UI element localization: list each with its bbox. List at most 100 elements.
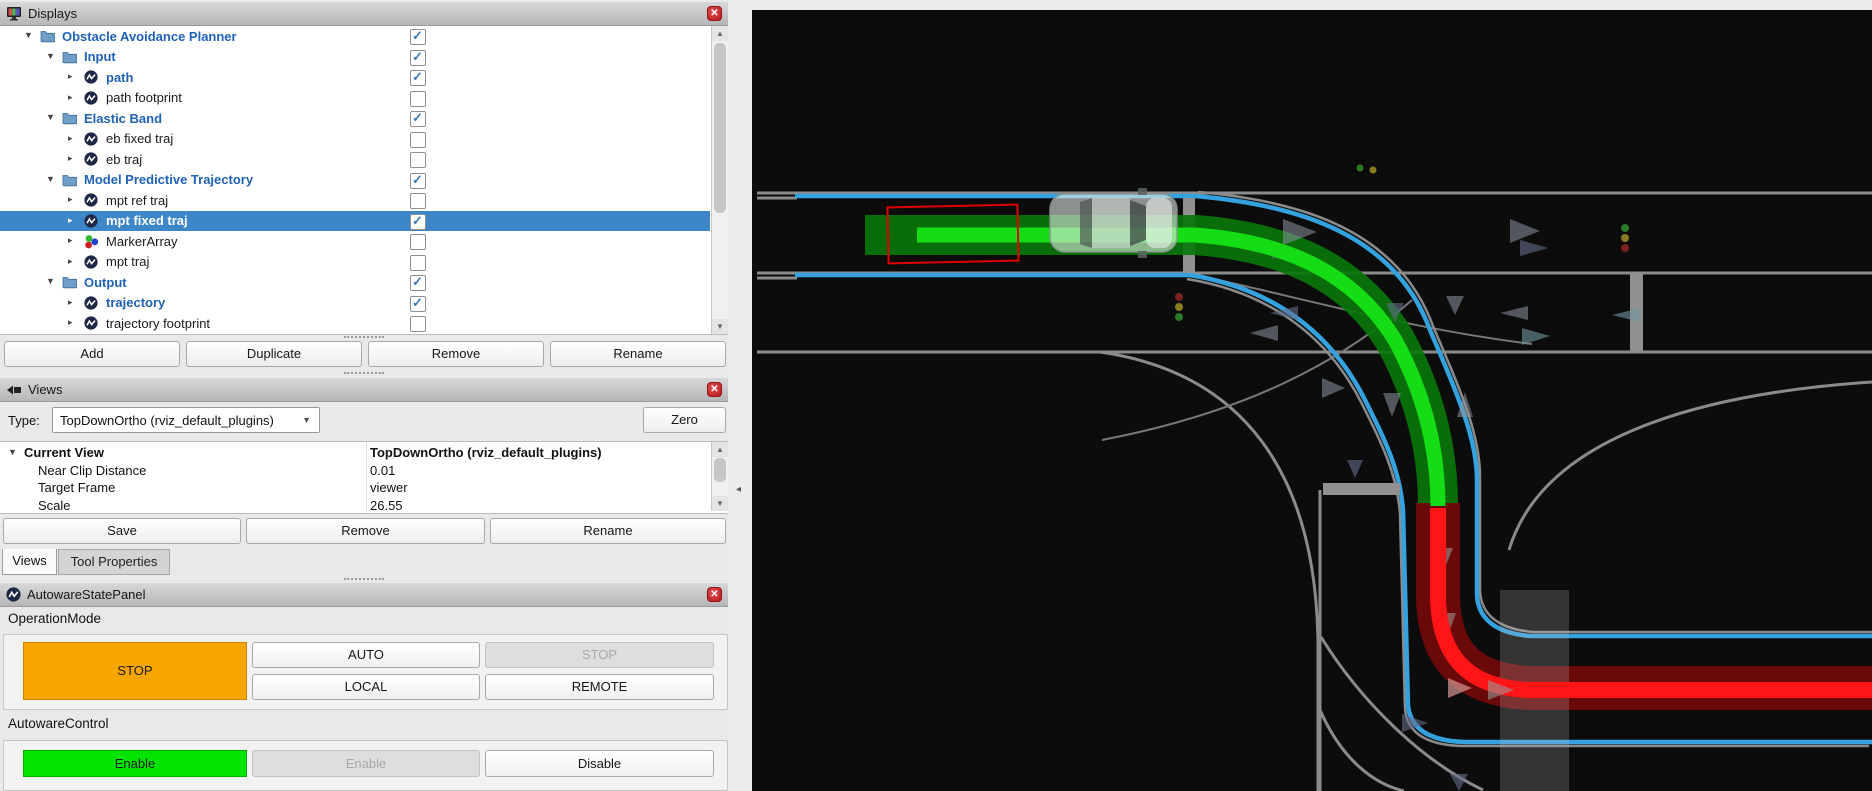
save-button[interactable]: Save xyxy=(3,518,241,544)
collapse-arrow-icon[interactable]: ◂ xyxy=(736,484,741,495)
tab-tool-properties[interactable]: Tool Properties xyxy=(58,549,170,575)
expand-arrow-icon[interactable]: ▸ xyxy=(68,153,73,164)
scroll-down-icon[interactable]: ▼ xyxy=(712,496,728,511)
dock-splitter[interactable]: ◂ xyxy=(728,0,752,791)
zero-button[interactable]: Zero xyxy=(643,407,726,433)
chevron-down-icon: ▼ xyxy=(302,408,311,433)
property-value[interactable]: viewer xyxy=(370,480,408,495)
tree-row-output[interactable]: ▼Output xyxy=(0,272,710,293)
expand-arrow-icon[interactable]: ▼ xyxy=(8,447,17,457)
tree-row-trajectory-footprint[interactable]: ▸trajectory footprint xyxy=(0,313,710,334)
display-enabled-checkbox[interactable] xyxy=(410,255,426,271)
views-close-icon[interactable]: ✕ xyxy=(707,382,722,397)
display-enabled-checkbox[interactable] xyxy=(410,296,426,312)
tree-row-label: mpt fixed traj xyxy=(106,213,188,228)
expand-arrow-icon[interactable]: ▸ xyxy=(68,215,73,226)
tree-row-trajectory[interactable]: ▸trajectory xyxy=(0,293,710,314)
expand-arrow-icon[interactable]: ▸ xyxy=(68,71,73,82)
rename-button[interactable]: Rename xyxy=(550,341,726,367)
autoware-state-panel-header[interactable]: AutowareStatePanel ✕ xyxy=(0,583,728,607)
display-enabled-checkbox[interactable] xyxy=(410,111,426,127)
property-name: Current View xyxy=(24,445,104,460)
tree-row-mpt-fixed-traj-selected[interactable]: ▸ mpt fixed traj xyxy=(0,211,710,232)
views-panel-header[interactable]: Views ✕ xyxy=(0,378,728,402)
tree-row-mpt-ref-traj[interactable]: ▸mpt ref traj xyxy=(0,190,710,211)
property-value[interactable]: 26.55 xyxy=(370,498,403,513)
expand-arrow-icon[interactable]: ▸ xyxy=(68,317,73,328)
property-row[interactable]: Target Frameviewer xyxy=(0,479,728,497)
remote-button[interactable]: REMOTE xyxy=(485,674,714,700)
autoware-state-close-icon[interactable]: ✕ xyxy=(707,587,722,602)
auto-button[interactable]: AUTO xyxy=(252,642,480,668)
add-button[interactable]: Add xyxy=(4,341,180,367)
tree-row-markerarray[interactable]: ▸MarkerArray xyxy=(0,231,710,252)
autoware-display-icon xyxy=(84,193,99,207)
autoware-display-icon xyxy=(84,214,99,228)
folder-icon xyxy=(62,275,77,289)
display-enabled-checkbox[interactable] xyxy=(410,70,426,86)
tree-row-elastic-band[interactable]: ▼Elastic Band xyxy=(0,108,710,129)
expand-arrow-icon[interactable]: ▸ xyxy=(68,92,73,103)
remove-button[interactable]: Remove xyxy=(368,341,544,367)
expand-arrow-icon[interactable]: ▼ xyxy=(46,276,55,286)
rename-view-button[interactable]: Rename xyxy=(490,518,726,544)
display-enabled-checkbox[interactable] xyxy=(410,152,426,168)
displays-close-icon[interactable]: ✕ xyxy=(707,6,722,21)
scroll-up-icon[interactable]: ▲ xyxy=(712,442,728,457)
display-enabled-checkbox[interactable] xyxy=(410,316,426,332)
property-row[interactable]: Near Clip Distance 0.01 xyxy=(0,462,728,480)
expand-arrow-icon[interactable]: ▸ xyxy=(68,194,73,205)
property-name: Near Clip Distance xyxy=(38,463,146,478)
tree-row-mpt-traj[interactable]: ▸ mpt traj xyxy=(0,252,710,273)
scroll-up-icon[interactable]: ▲ xyxy=(712,26,728,41)
render-viewport[interactable] xyxy=(752,10,1872,791)
autoware-display-icon xyxy=(84,255,99,269)
display-enabled-checkbox[interactable] xyxy=(410,234,426,250)
expand-arrow-icon[interactable]: ▸ xyxy=(68,133,73,144)
tree-row-label: path footprint xyxy=(106,90,182,105)
scrollbar-handle[interactable] xyxy=(714,458,726,482)
tab-views[interactable]: Views xyxy=(2,549,57,575)
display-enabled-checkbox[interactable] xyxy=(410,132,426,148)
local-button[interactable]: LOCAL xyxy=(252,674,480,700)
display-enabled-checkbox[interactable] xyxy=(410,91,426,107)
display-enabled-checkbox[interactable] xyxy=(410,193,426,209)
expand-arrow-icon[interactable]: ▼ xyxy=(46,112,55,122)
scrollbar-handle[interactable] xyxy=(714,43,726,213)
tree-row-eb-traj[interactable]: ▸eb traj xyxy=(0,149,710,170)
display-enabled-checkbox[interactable] xyxy=(410,275,426,291)
expand-arrow-icon[interactable]: ▼ xyxy=(24,30,33,40)
expand-arrow-icon[interactable]: ▸ xyxy=(68,297,73,308)
tree-row-label: mpt traj xyxy=(106,254,149,269)
tree-row-eb-fixed-traj[interactable]: ▸eb fixed traj xyxy=(0,129,710,150)
property-value[interactable]: 0.01 xyxy=(370,463,395,478)
autoware-logo-icon xyxy=(6,587,21,602)
duplicate-button[interactable]: Duplicate xyxy=(186,341,362,367)
view-type-select[interactable]: TopDownOrtho (rviz_default_plugins)▼ xyxy=(52,407,320,433)
displays-tree-scrollbar[interactable]: ▲ ▼ xyxy=(711,26,728,334)
display-enabled-checkbox[interactable] xyxy=(410,29,426,45)
displays-panel-header[interactable]: Displays ✕ xyxy=(0,2,728,26)
scroll-down-icon[interactable]: ▼ xyxy=(712,319,728,334)
display-enabled-checkbox[interactable] xyxy=(410,173,426,189)
display-enabled-checkbox[interactable] xyxy=(410,50,426,66)
tree-row-path-footprint[interactable]: ▸ path footprint xyxy=(0,88,710,109)
disable-button[interactable]: Disable xyxy=(485,750,714,777)
display-enabled-checkbox[interactable] xyxy=(410,214,426,230)
view-type-label: Type: xyxy=(8,413,40,428)
expand-arrow-icon[interactable]: ▸ xyxy=(68,256,73,267)
splitter-handle[interactable] xyxy=(344,372,384,377)
tree-row-obstacle-avoidance-planner[interactable]: ▼Obstacle Avoidance Planner xyxy=(0,26,710,47)
folder-icon xyxy=(62,173,77,187)
property-row[interactable]: Scale26.55 xyxy=(0,497,728,515)
views-scrollbar[interactable]: ▲ ▼ xyxy=(711,442,728,511)
expand-arrow-icon[interactable]: ▼ xyxy=(46,174,55,184)
expand-arrow-icon[interactable]: ▼ xyxy=(46,51,55,61)
remove-view-button[interactable]: Remove xyxy=(246,518,485,544)
tree-row-input[interactable]: ▼Input xyxy=(0,47,710,68)
tree-row-model-predictive-trajectory[interactable]: ▼Model Predictive Trajectory xyxy=(0,170,710,191)
rviz-window: Displays ✕ ▼Obstacle Avoidance Planner ▼… xyxy=(0,0,1872,791)
property-row[interactable]: ▼Current ViewTopDownOrtho (rviz_default_… xyxy=(0,444,728,462)
tree-row-path[interactable]: ▸path xyxy=(0,67,710,88)
expand-arrow-icon[interactable]: ▸ xyxy=(68,235,73,246)
